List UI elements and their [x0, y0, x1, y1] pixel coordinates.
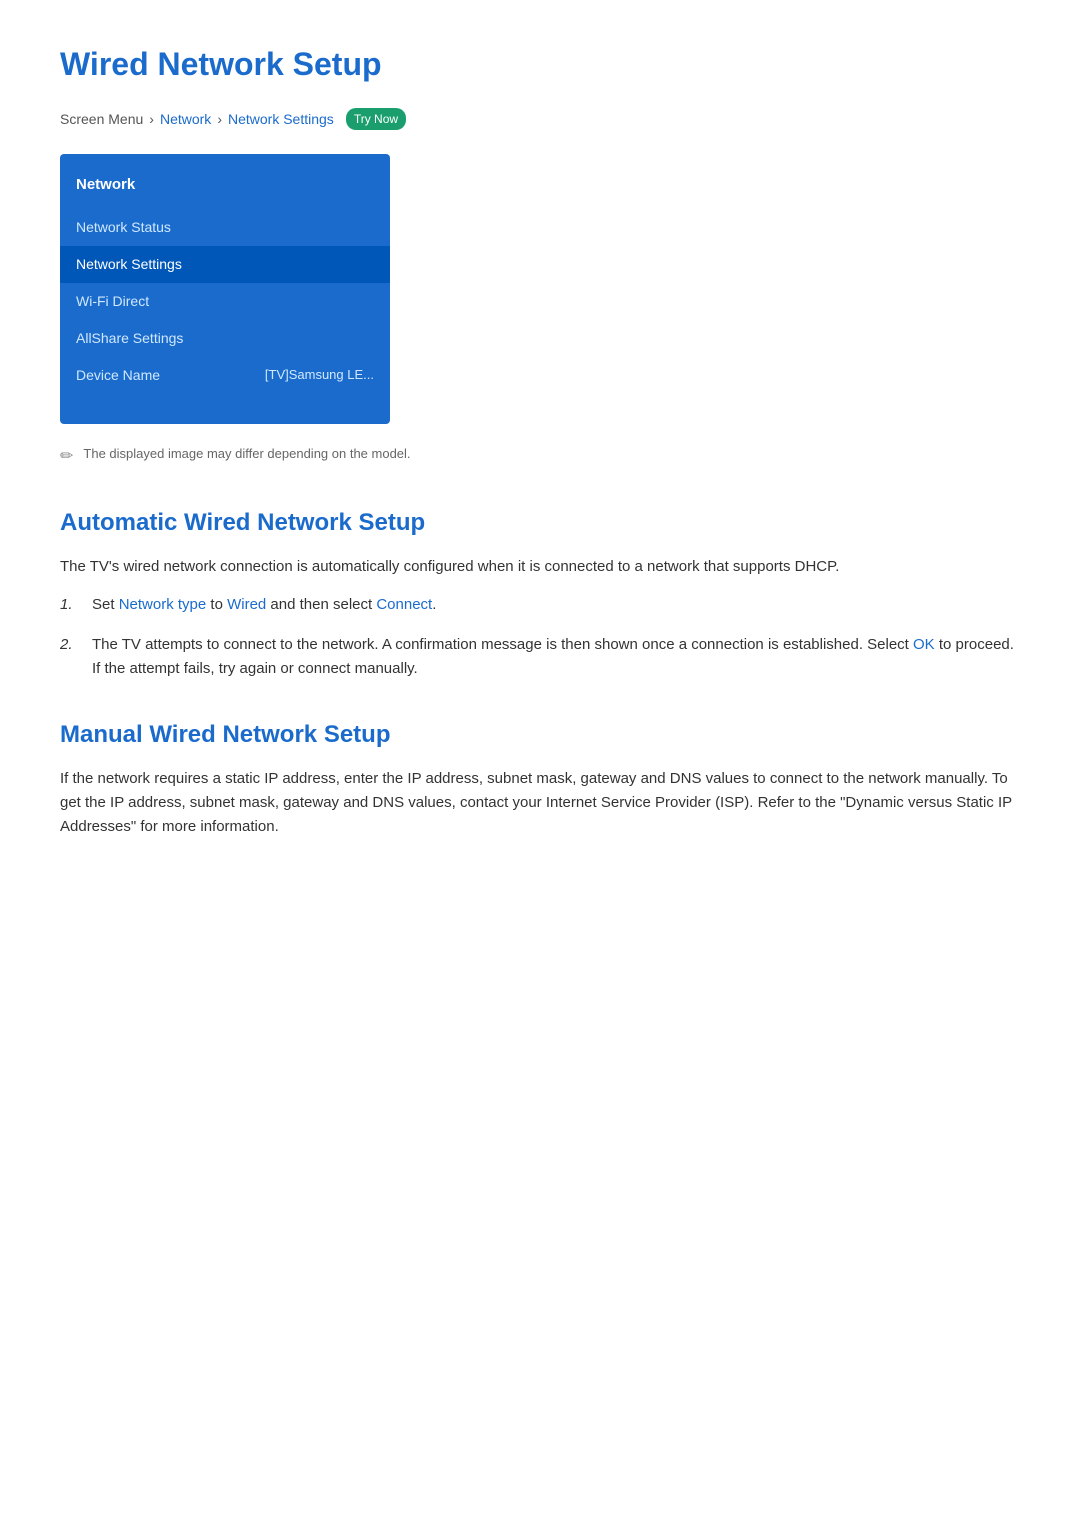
automatic-steps-list: 1. Set Network type to Wired and then se…	[60, 593, 1020, 681]
step-2-text: The TV attempts to connect to the networ…	[92, 633, 1020, 681]
breadcrumb-separator-2: ›	[217, 109, 222, 130]
breadcrumb-separator-1: ›	[149, 109, 154, 130]
pencil-icon: ✏	[60, 445, 73, 469]
breadcrumb-network-settings[interactable]: Network Settings	[228, 109, 334, 130]
step-1-text: Set Network type to Wired and then selec…	[92, 593, 1020, 617]
menu-item-device-name[interactable]: Device Name [TV]Samsung LE...	[60, 357, 390, 394]
menu-item-device-name-value: [TV]Samsung LE...	[265, 365, 374, 385]
menu-item-network-status-label: Network Status	[76, 217, 171, 238]
menu-item-network-settings-label: Network Settings	[76, 254, 182, 275]
note-text: The displayed image may differ depending…	[83, 444, 410, 464]
note-row: ✏ The displayed image may differ dependi…	[60, 444, 1020, 469]
step-1-wired: Wired	[227, 596, 266, 613]
try-now-badge[interactable]: Try Now	[346, 108, 406, 130]
step-1: 1. Set Network type to Wired and then se…	[60, 593, 1020, 617]
menu-panel-title: Network	[60, 166, 390, 209]
automatic-section: Automatic Wired Network Setup The TV's w…	[60, 505, 1020, 681]
page-title: Wired Network Setup	[60, 40, 1020, 88]
menu-item-wifi-direct-label: Wi-Fi Direct	[76, 291, 149, 312]
breadcrumb-network[interactable]: Network	[160, 109, 211, 130]
manual-section: Manual Wired Network Setup If the networ…	[60, 717, 1020, 839]
menu-item-allshare-settings[interactable]: AllShare Settings	[60, 320, 390, 357]
breadcrumb: Screen Menu › Network › Network Settings…	[60, 108, 1020, 130]
step-2-num: 2.	[60, 633, 78, 681]
automatic-section-title: Automatic Wired Network Setup	[60, 505, 1020, 541]
menu-item-network-settings[interactable]: Network Settings	[60, 246, 390, 283]
network-menu-panel: Network Network Status Network Settings …	[60, 154, 390, 424]
manual-section-title: Manual Wired Network Setup	[60, 717, 1020, 753]
menu-item-network-status[interactable]: Network Status	[60, 209, 390, 246]
step-2-ok: OK	[913, 636, 935, 653]
manual-section-body: If the network requires a static IP addr…	[60, 767, 1020, 839]
step-2: 2. The TV attempts to connect to the net…	[60, 633, 1020, 681]
menu-item-allshare-settings-label: AllShare Settings	[76, 328, 183, 349]
menu-item-wifi-direct[interactable]: Wi-Fi Direct	[60, 283, 390, 320]
automatic-section-intro: The TV's wired network connection is aut…	[60, 555, 1020, 579]
step-1-connect: Connect	[376, 596, 432, 613]
step-1-num: 1.	[60, 593, 78, 617]
breadcrumb-screen-menu: Screen Menu	[60, 109, 143, 130]
menu-item-device-name-label: Device Name	[76, 365, 160, 386]
step-1-network-type: Network type	[119, 596, 207, 613]
